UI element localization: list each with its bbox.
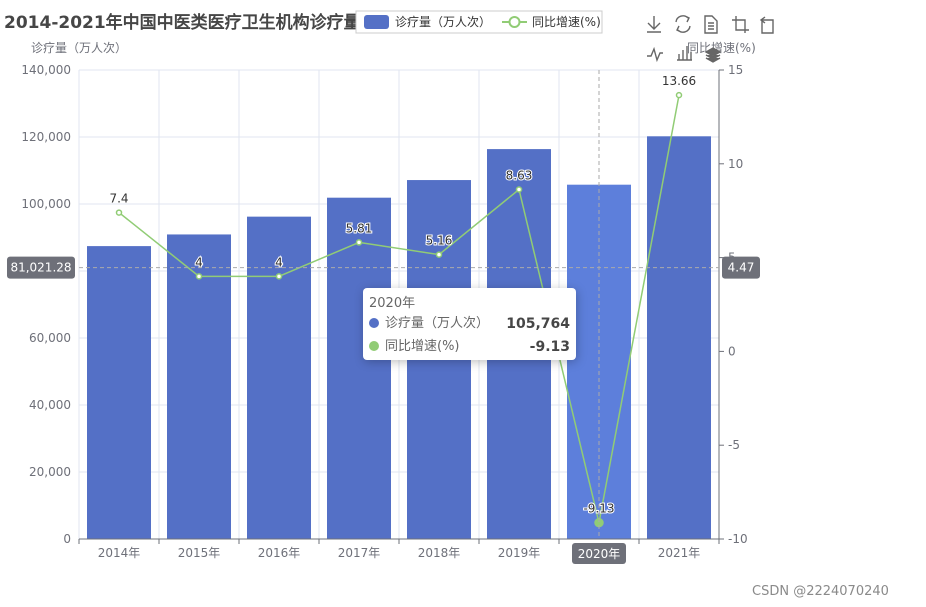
refresh-icon[interactable]	[675, 15, 691, 33]
tooltip-row-line: 同比增速(%) -9.13	[369, 337, 570, 357]
line-switch-icon[interactable]	[647, 46, 663, 63]
right-tick-label: -5	[728, 438, 740, 452]
line-data-label: 8.63	[506, 169, 533, 183]
line-point	[435, 251, 443, 258]
tooltip-row-bar: 诊疗量（万人次） 105,764	[369, 314, 570, 334]
right-tick-label: -10	[728, 532, 748, 546]
line-point	[355, 239, 363, 246]
pointer-label-x: 2020年	[578, 547, 621, 561]
watermark: CSDN @2224070240	[752, 584, 889, 599]
bar	[167, 234, 231, 539]
left-tick-label: 100,000	[21, 197, 71, 211]
x-tick-label: 2021年	[658, 546, 701, 560]
left-tick-label: 140,000	[21, 63, 71, 77]
stack-icon[interactable]	[704, 47, 722, 63]
tooltip-line-value: -9.13	[529, 339, 570, 355]
legend-item-bar[interactable]: 诊疗量（万人次）	[364, 15, 491, 29]
line-point	[675, 91, 683, 99]
right-tick-label: 10	[728, 157, 743, 171]
right-tick-label: 0	[728, 344, 736, 358]
x-tick-label: 2016年	[258, 546, 301, 560]
zoom-reset-icon[interactable]	[759, 16, 774, 34]
toolbox	[647, 15, 774, 63]
right-tick-label: 15	[728, 63, 743, 77]
left-tick-label: 60,000	[29, 331, 71, 345]
tooltip: 2020年 诊疗量（万人次） 105,764 同比增速(%) -9.13	[363, 288, 576, 360]
data-view-icon[interactable]	[704, 15, 718, 34]
tooltip-line-name: 同比增速(%)	[385, 339, 460, 354]
legend-line-marker	[508, 16, 521, 28]
left-tick-label: 0	[63, 532, 71, 546]
bar	[647, 136, 711, 540]
x-tick-label: 2018年	[418, 546, 461, 560]
tooltip-line-dot	[369, 341, 379, 351]
line-data-label: 7.4	[109, 192, 128, 206]
legend: 诊疗量（万人次） 同比增速(%)	[355, 10, 603, 34]
left-axis-name: 诊疗量（万人次）	[31, 41, 127, 55]
tooltip-bar-name: 诊疗量（万人次）	[385, 316, 490, 331]
line-point	[195, 273, 203, 280]
chart-title: 2014-2021年中国中医类医疗卫生机构诊疗量	[4, 12, 361, 33]
bar	[87, 246, 151, 540]
pointer-label-left: 81,021.28	[10, 261, 71, 275]
legend-line-label: 同比增速(%)	[532, 15, 601, 29]
legend-bar-label: 诊疗量（万人次）	[395, 15, 491, 29]
tooltip-title: 2020年	[369, 296, 416, 311]
x-tick-label: 2015年	[178, 546, 221, 560]
pointer-label-right: 4.47	[728, 261, 755, 275]
zoom-icon[interactable]	[732, 16, 749, 33]
x-tick-label: 2017年	[338, 546, 381, 560]
legend-bar-swatch	[364, 15, 389, 29]
line-point	[515, 186, 523, 193]
line-data-label: 5.16	[426, 234, 453, 248]
line-data-label: 5.81	[346, 221, 373, 235]
x-tick-label: 2019年	[498, 546, 541, 560]
legend-item-line[interactable]: 同比增速(%)	[502, 15, 601, 29]
bar	[327, 197, 391, 540]
line-point	[275, 273, 283, 280]
line-data-label: 13.66	[662, 74, 696, 88]
line-point	[115, 209, 123, 216]
left-tick-label: 40,000	[29, 398, 71, 412]
left-tick-label: 120,000	[21, 130, 71, 144]
download-icon[interactable]	[647, 16, 661, 33]
tooltip-bar-value: 105,764	[506, 316, 570, 332]
x-tick-label: 2014年	[98, 546, 141, 560]
left-tick-label: 20,000	[29, 465, 71, 479]
tooltip-bar-dot	[369, 318, 379, 328]
right-axis-name: 同比增速(%)	[687, 41, 756, 55]
